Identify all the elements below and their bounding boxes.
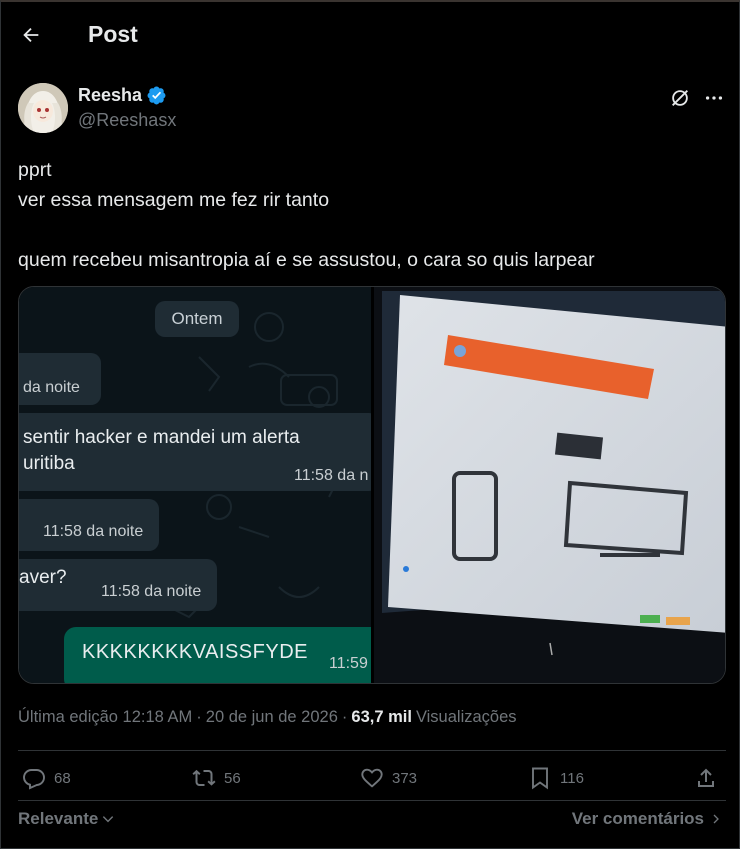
chat-bubble-text: aver? xyxy=(19,567,67,588)
chat-bubble-text: sentir hacker e mandei um alerta xyxy=(23,427,300,448)
grok-icon xyxy=(672,90,688,106)
chat-date-chip: Ontem xyxy=(155,301,239,337)
alert-screen-photo xyxy=(374,287,725,683)
chat-bubble-text: uritiba xyxy=(23,453,75,474)
post-line: pprt xyxy=(18,159,52,181)
post-date[interactable]: 20 de jun de 2026 xyxy=(206,708,338,727)
chat-bubble-text: KKKKKKKKVAISSFYDE xyxy=(82,641,308,663)
chat-bubble: da noite xyxy=(19,353,101,405)
chat-bubble-time: 11:58 da noite xyxy=(43,523,144,540)
repost-icon xyxy=(192,769,216,786)
heart-icon xyxy=(361,768,383,788)
views-label: Visualizações xyxy=(415,708,517,726)
sort-label: Relevante xyxy=(18,809,99,828)
bookmark-icon xyxy=(532,767,548,790)
reply-icon xyxy=(23,769,45,790)
share-icon xyxy=(698,768,714,787)
bookmark-button[interactable]: 116 xyxy=(528,766,584,790)
action-bar: 68 56 373 116 xyxy=(18,760,726,800)
chat-bubble: sentir hacker e mandei um alerta uritiba… xyxy=(19,413,371,491)
post-meta: Última edição 12:18 AM · 20 de jun de 20… xyxy=(18,708,517,727)
reply-button[interactable]: 68 xyxy=(22,766,71,790)
grok-button[interactable] xyxy=(666,84,694,112)
more-options-button[interactable] xyxy=(700,84,728,112)
media-image-whatsapp[interactable]: Ontem da noite sentir hacker e mandei um… xyxy=(19,287,371,683)
chat-bubble-text: da noite xyxy=(23,379,80,396)
meta-separator: · xyxy=(196,708,202,726)
chat-bubble-time: 11:59 xyxy=(329,655,368,672)
author-handle[interactable]: @Reeshasx xyxy=(78,110,176,131)
avatar-image xyxy=(18,83,68,133)
edit-timestamp[interactable]: Última edição 12:18 AM xyxy=(18,708,192,727)
share-button[interactable] xyxy=(694,766,718,790)
media-image-alert-screen[interactable] xyxy=(374,287,725,683)
like-count: 373 xyxy=(392,769,418,787)
like-button[interactable]: 373 xyxy=(360,766,417,790)
verified-badge-icon xyxy=(147,86,166,105)
divider xyxy=(18,800,726,801)
chevron-down-icon xyxy=(103,816,114,823)
avatar[interactable] xyxy=(18,83,68,133)
more-horizontal-icon xyxy=(705,96,723,100)
repost-count: 56 xyxy=(224,769,241,787)
chat-bubble: aver? 11:58 da noite xyxy=(19,559,217,611)
page-title: Post xyxy=(88,21,138,47)
chevron-right-icon xyxy=(713,814,719,824)
view-replies-link[interactable]: Ver comentários xyxy=(572,809,722,829)
author-display-name: Reesha xyxy=(78,85,143,105)
views-count: 63,7 mil xyxy=(351,708,412,726)
top-bar: Post xyxy=(0,0,740,70)
repost-button[interactable]: 56 xyxy=(192,766,241,790)
bookmark-count: 116 xyxy=(560,769,584,787)
reply-sort-dropdown[interactable]: Relevante xyxy=(18,809,115,829)
view-replies-label: Ver comentários xyxy=(571,809,704,828)
media-gallery: Ontem da noite sentir hacker e mandei um… xyxy=(18,286,726,684)
post-line xyxy=(18,215,718,245)
reply-count: 68 xyxy=(54,769,71,787)
back-button[interactable] xyxy=(12,16,50,54)
divider xyxy=(18,750,726,751)
chat-bubble-time: 11:58 da n xyxy=(294,467,369,484)
post-line: ver essa mensagem me fez rir tanto xyxy=(18,189,330,211)
chat-bubble-time: 11:58 da noite xyxy=(101,583,202,600)
meta-separator: · xyxy=(341,708,348,726)
post-text: pprt ver essa mensagem me fez rir tanto … xyxy=(18,155,718,275)
post-line: quem recebeu misantropia aí e se assusto… xyxy=(18,249,595,271)
arrow-left-icon xyxy=(23,27,39,43)
chat-bubble-outgoing: KKKKKKKKVAISSFYDE 11:59 xyxy=(64,627,371,683)
author-name[interactable]: Reesha xyxy=(78,85,167,106)
chat-bubble: 11:58 da noite xyxy=(19,499,159,551)
